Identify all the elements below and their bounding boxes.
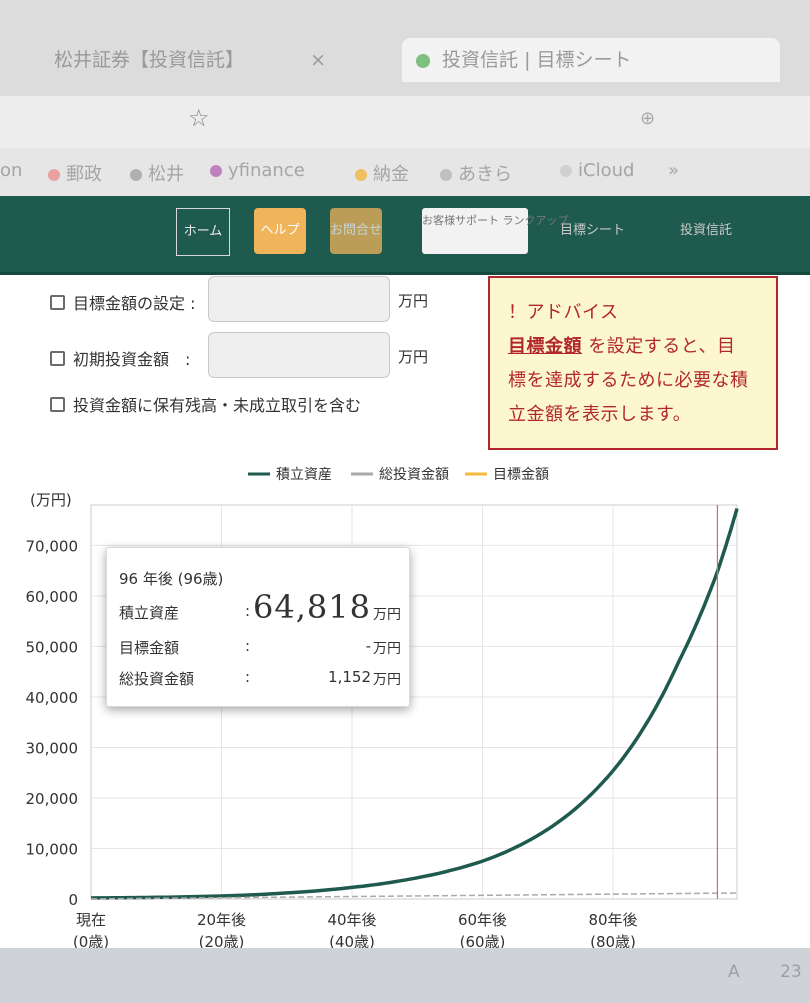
initial-amount-label: 初期投資金額 : [73,350,191,369]
tab-active[interactable]: 投資信託 | 目標シート [402,38,780,82]
target-amount-label: 目標金額の設定 : [73,294,196,313]
bookmark-icon [440,169,452,181]
bookmark-icon [210,165,222,177]
nav-help-button[interactable]: ヘルプ [254,208,306,254]
tooltip-colon: : [245,637,251,655]
bookmark-icon [130,169,142,181]
tab-bar: 松井証券【投資信託】 × 投資信託 | 目標シート [0,0,810,96]
tooltip-label-asset: 積立資産 [119,604,180,622]
tooltip-value-invested: 1,152 [328,668,371,686]
browser-chrome: 松井証券【投資信託】 × 投資信託 | 目標シート ☆ ⊕ on 郵政 松井 y… [0,0,810,200]
initial-amount-unit: 万円 [398,348,429,366]
y-tick-label: 20,000 [26,790,79,808]
nav-funds-link[interactable]: 投資信託 [680,208,732,254]
tooltip-label-target: 目標金額 [119,639,180,657]
legend-label[interactable]: 積立資産 [276,467,332,483]
advice-title: ！アドバイス [508,302,619,323]
initial-amount-setting[interactable]: 初期投資金額 : [50,346,190,370]
bookmark-item[interactable]: 松井 [130,160,184,186]
tab-close-icon[interactable]: × [310,49,326,71]
initial-amount-checkbox[interactable] [50,350,65,366]
bookmark-item[interactable]: 納金 [355,160,409,186]
bookmark-item[interactable]: 郵政 [48,160,102,186]
bookmark-icon [560,165,572,177]
tab-label: 松井証券【投資信託】 [54,49,245,71]
taskbar-item[interactable]: A [728,962,740,982]
bookmark-item[interactable]: yfinance [210,160,305,181]
bookmark-icon [48,169,60,181]
y-axis-unit: (万円) [30,491,72,509]
y-tick-label: 10,000 [26,840,79,858]
advice-line-1: 目標金額 を設定すると、目 [508,336,736,357]
tooltip-unit-invested: 万円 [373,672,401,688]
y-tick-label: 40,000 [26,689,79,707]
tab-label: 投資信託 | 目標シート [442,49,632,71]
include-holdings-setting[interactable]: 投資金額に保有残高・未成立取引を含む [50,392,361,416]
tooltip-colon: : [245,668,251,686]
legend-label[interactable]: 総投資金額 [379,467,449,483]
target-amount-setting[interactable]: 目標金額の設定 : [50,290,195,314]
target-amount-checkbox[interactable] [50,294,65,310]
tooltip-label-invested: 総投資金額 [119,670,195,688]
extension-icon[interactable]: ⊕ [640,108,655,129]
advice-highlight-link[interactable]: 目標金額 [508,336,582,357]
tab-matsui[interactable]: 松井証券【投資信託】 × [40,38,340,82]
chart-tooltip: 96 年後 (96歳) 積立資産 : 64,818 万円 目標金額 : - 万円… [106,547,410,707]
bookmarks-overflow[interactable]: » [668,160,679,181]
x-tick-label: 80年後 [588,911,637,929]
x-axis: 現在(0歳)20年後(20歳)40年後(40歳)60年後(60歳)80年後(80… [73,911,638,950]
y-tick-label: 0 [68,891,78,909]
advice-box: ！アドバイス 目標金額 を設定すると、目 標を達成するために必要な積 立金額を表… [488,276,778,450]
bookmarks-bar: on 郵政 松井 yfinance 納金 あきら iCloud » [0,148,810,196]
taskbar: A 23 [0,948,810,1003]
bookmark-item[interactable]: on [0,160,22,181]
nav-target-sheet-link[interactable]: 目標シート [560,208,625,254]
tooltip-value-target: - [365,637,371,655]
y-tick-label: 50,000 [26,638,79,656]
tooltip-unit-target: 万円 [373,641,401,657]
tooltip-value-asset: 64,818 [253,588,371,626]
y-tick-label: 60,000 [26,588,79,606]
y-axis: 0 10,000 20,000 30,000 40,000 50,000 60,000 70,… [26,537,79,909]
y-tick-label: 70,000 [26,537,79,555]
tooltip-header: 96 年後 (96歳) [119,570,224,588]
chart-legend: 積立資産 総投資金額 目標金額 [248,467,549,483]
bookmark-item[interactable]: あきら [440,160,512,186]
site-nav-bar: ホーム ヘルプ お問合せ お客様サポート ランクアップ 目標シート 投資信託 [0,196,810,275]
x-tick-label: 20年後 [197,911,246,929]
site-favicon-icon [416,53,430,68]
bookmark-icon [355,169,367,181]
target-amount-input[interactable] [208,276,390,322]
advice-line-2: 標を達成するために必要な積 [508,370,749,391]
initial-amount-input[interactable] [208,332,390,378]
include-holdings-label: 投資金額に保有残高・未成立取引を含む [73,396,362,415]
x-tick-label: 40年後 [327,911,376,929]
tooltip-colon: : [245,602,251,620]
taskbar-clock: 23 [780,962,802,982]
legend-label[interactable]: 目標金額 [493,467,549,483]
nav-rankup-button[interactable]: お客様サポート ランクアップ [422,208,569,254]
bookmark-item[interactable]: iCloud [560,160,634,181]
target-amount-unit: 万円 [398,292,429,310]
bookmark-star-icon[interactable]: ☆ [188,104,210,132]
include-holdings-checkbox[interactable] [50,396,65,412]
nav-contact-button[interactable]: お問合せ [330,208,382,254]
nav-home-button[interactable]: ホーム [176,208,230,256]
x-tick-label: 現在 [76,911,106,929]
y-tick-label: 30,000 [26,739,79,757]
advice-line-3: 立金額を表示します。 [508,404,692,425]
tooltip-unit-asset: 万円 [373,607,401,623]
address-bar[interactable]: ☆ ⊕ [0,96,810,148]
x-tick-label: 60年後 [458,911,507,929]
